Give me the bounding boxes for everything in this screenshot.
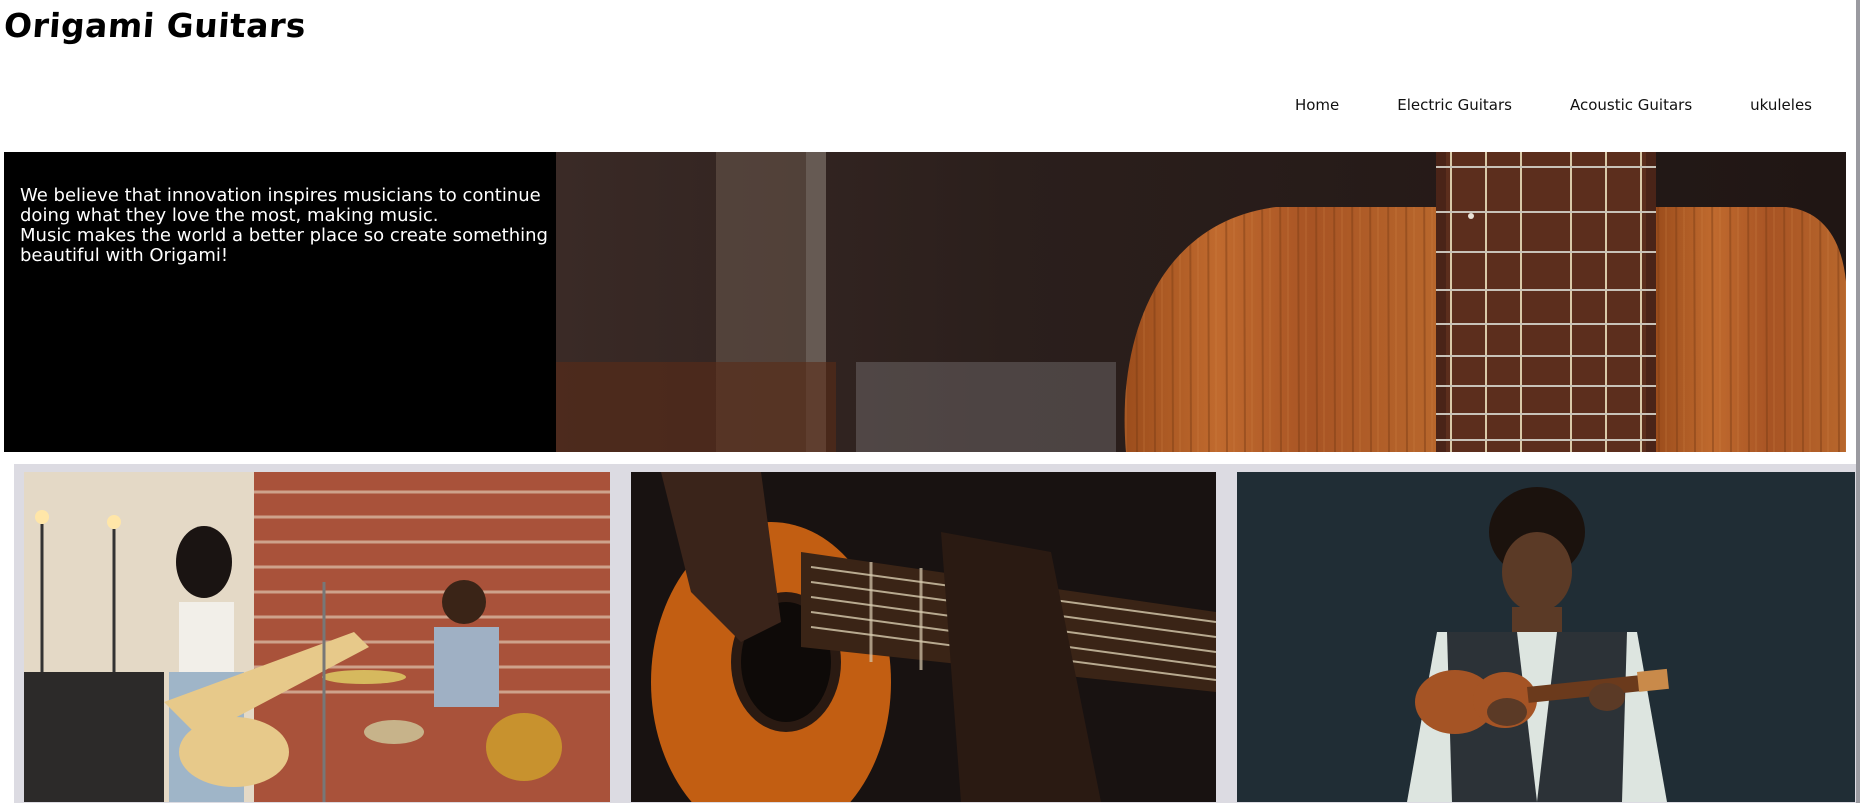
nav-home-link[interactable]: Home <box>1295 96 1339 114</box>
hero-line-2: Music makes the world a better place so … <box>20 225 548 266</box>
hero-text: We believe that innovation inspires musi… <box>20 186 550 266</box>
gallery-image-ukulele-player <box>1237 472 1855 802</box>
hero-line-1: We believe that innovation inspires musi… <box>20 185 541 226</box>
site-logo[interactable]: Origami Guitars <box>3 6 308 45</box>
scrollbar[interactable] <box>1856 0 1860 803</box>
hero-banner: We believe that innovation inspires musi… <box>4 152 1846 452</box>
gallery-image-band <box>24 472 610 802</box>
main-nav: Home Electric Guitars Acoustic Guitars u… <box>1237 96 1812 114</box>
gallery-image-acoustic-guitar <box>631 472 1216 802</box>
hero-guitar-image <box>556 152 1846 452</box>
nav-ukuleles-link[interactable]: ukuleles <box>1750 96 1812 114</box>
nav-electric-guitars-link[interactable]: Electric Guitars <box>1397 96 1512 114</box>
photo-gallery <box>14 464 1860 803</box>
nav-acoustic-guitars-link[interactable]: Acoustic Guitars <box>1570 96 1692 114</box>
